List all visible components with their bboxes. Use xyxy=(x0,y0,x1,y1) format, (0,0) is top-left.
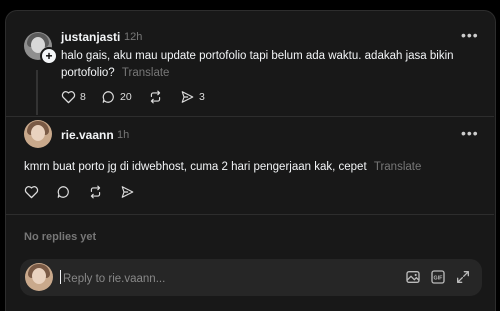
follow-plus-icon[interactable]: + xyxy=(40,47,58,65)
repost-button[interactable] xyxy=(148,90,163,104)
reply-share-button[interactable] xyxy=(120,185,135,199)
repost-icon xyxy=(90,185,101,199)
reply-time: 1h xyxy=(117,129,130,141)
more-options-icon[interactable]: ••• xyxy=(461,125,479,141)
post-username[interactable]: justanjasti xyxy=(61,30,120,44)
share-button[interactable]: 3 xyxy=(180,90,205,104)
reply-count: 20 xyxy=(120,91,132,103)
reply-username[interactable]: rie.vaann xyxy=(61,128,114,142)
heart-icon xyxy=(61,91,76,104)
share-count: 3 xyxy=(199,91,205,103)
comment-icon xyxy=(102,91,114,103)
gif-icon[interactable]: GIF xyxy=(430,269,446,285)
reply-composer[interactable]: GIF xyxy=(20,259,482,296)
expand-icon[interactable] xyxy=(455,269,471,285)
like-button[interactable]: 8 xyxy=(61,90,86,104)
reply-avatar[interactable] xyxy=(24,120,52,148)
repost-icon xyxy=(150,90,161,104)
comment-icon xyxy=(57,186,69,198)
thread-line xyxy=(36,70,38,115)
post-time: 12h xyxy=(124,31,143,43)
reply-repost-button[interactable] xyxy=(88,185,103,199)
send-icon xyxy=(121,186,134,198)
divider xyxy=(5,116,494,117)
post-text: halo gais, aku mau update portofolio tap… xyxy=(61,50,454,79)
translate-link[interactable]: Translate xyxy=(374,161,422,173)
like-count: 8 xyxy=(80,91,86,103)
image-icon[interactable] xyxy=(405,269,421,285)
reply-like-button[interactable] xyxy=(24,185,39,199)
no-replies-text: No replies yet xyxy=(24,231,97,243)
reply-text: kmrn buat porto jg di idwebhost, cuma 2 … xyxy=(24,161,422,173)
translate-link[interactable]: Translate xyxy=(122,67,170,79)
comment-button[interactable]: 20 xyxy=(101,90,132,104)
composer-avatar xyxy=(25,263,53,291)
divider xyxy=(5,214,494,215)
more-options-icon[interactable]: ••• xyxy=(461,27,479,43)
heart-icon xyxy=(24,186,39,199)
reply-comment-button[interactable] xyxy=(56,185,71,199)
reply-input[interactable] xyxy=(61,269,365,288)
send-icon xyxy=(181,91,194,103)
svg-text:GIF: GIF xyxy=(434,275,444,281)
